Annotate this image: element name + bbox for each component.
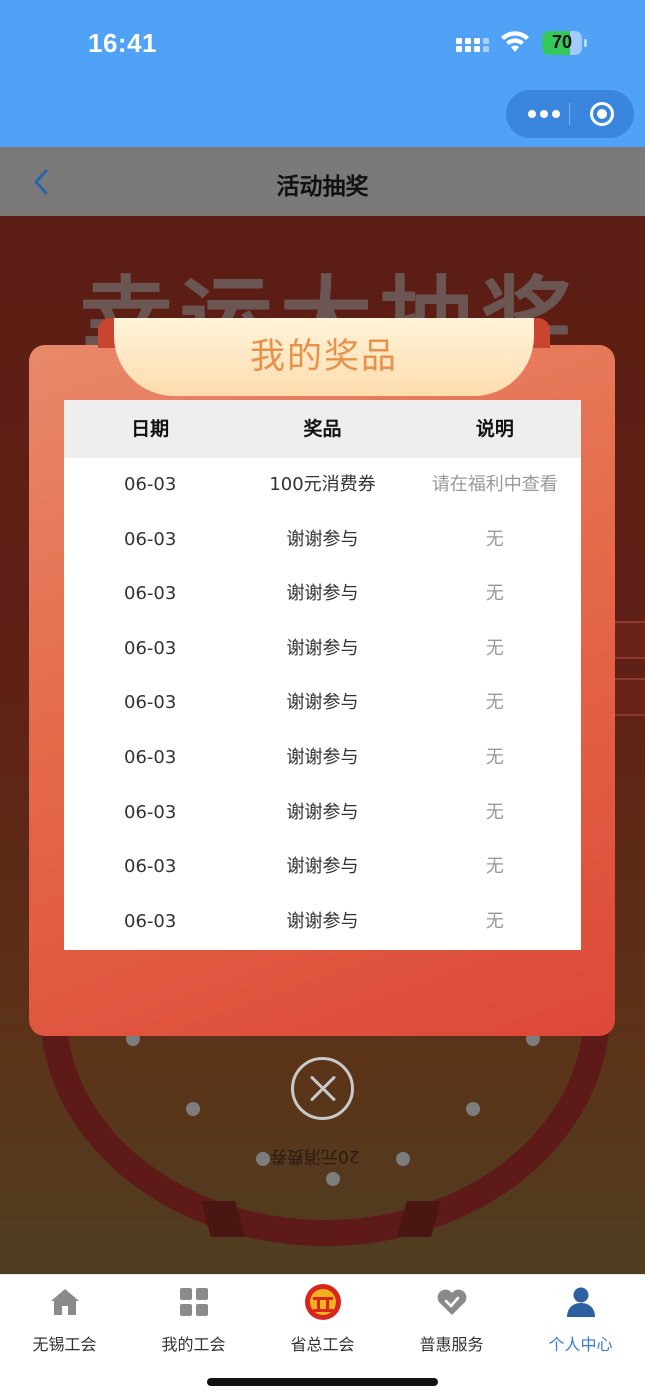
date-cell: 06-03 xyxy=(124,856,177,878)
person-icon xyxy=(567,1287,595,1317)
prize-cell: 谢谢参与 xyxy=(286,692,359,714)
note-cell: 无 xyxy=(485,583,504,605)
tab-label: 省总工会 xyxy=(290,1335,355,1354)
prize-cell: 谢谢参与 xyxy=(286,746,359,768)
table-row: 06-03 100元消费券 请在福利中查看 xyxy=(64,458,581,513)
prize-cell: 谢谢参与 xyxy=(286,583,359,605)
note-cell: 无 xyxy=(485,692,504,714)
date-cell: 06-03 xyxy=(124,801,177,823)
tab-my-union[interactable]: 我的工会 xyxy=(129,1285,258,1355)
note-cell: 无 xyxy=(485,910,504,932)
cellular-signal-icon xyxy=(456,34,490,54)
miniprogram-capsule xyxy=(506,90,634,138)
prize-cell: 谢谢参与 xyxy=(286,856,359,878)
more-icon[interactable] xyxy=(524,103,564,125)
table-row: 06-03 谢谢参与 无 xyxy=(64,895,581,950)
modal-title: 我的奖品 xyxy=(249,337,398,377)
date-cell: 06-03 xyxy=(124,692,177,714)
tab-provincial-union[interactable]: 省总工会 xyxy=(258,1284,387,1355)
note-cell: 无 xyxy=(485,856,504,878)
page-title: 活动抽奖 xyxy=(276,174,369,200)
table-row: 06-03 谢谢参与 无 xyxy=(64,622,581,677)
tab-label: 个人中心 xyxy=(548,1335,613,1354)
grid-icon xyxy=(180,1288,208,1316)
tab-label: 普惠服务 xyxy=(419,1335,484,1354)
close-miniprogram-icon[interactable] xyxy=(590,102,614,126)
note-cell: 请在福利中查看 xyxy=(431,474,558,495)
note-cell: 无 xyxy=(485,637,504,659)
status-time: 16:41 xyxy=(88,28,157,58)
wheel-prize-label: 20元消费券 xyxy=(270,1146,360,1166)
tab-personal-center[interactable]: 个人中心 xyxy=(516,1285,645,1355)
table-row: 06-03 谢谢参与 无 xyxy=(64,840,581,895)
table-row: 06-03 谢谢参与 无 xyxy=(64,567,581,622)
tab-label: 无锡工会 xyxy=(32,1335,97,1354)
battery-level: 70 xyxy=(551,32,573,52)
note-cell: 无 xyxy=(485,528,504,550)
prize-cell: 100元消费券 xyxy=(269,474,376,495)
date-cell: 06-03 xyxy=(124,528,177,550)
prize-table: 日期 奖品 说明 06-03 100元消费券 请在福利中查看 06-03 谢谢参… xyxy=(64,400,581,950)
wifi-icon xyxy=(501,31,529,52)
status-bar: 16:41 70 xyxy=(0,0,645,147)
table-header: 日期 奖品 说明 xyxy=(64,400,581,458)
close-modal-button[interactable] xyxy=(291,1057,354,1120)
prize-cell: 谢谢参与 xyxy=(286,801,359,823)
home-icon xyxy=(51,1289,79,1315)
union-emblem-icon xyxy=(305,1284,341,1320)
table-row: 06-03 谢谢参与 无 xyxy=(64,513,581,568)
table-row: 06-03 谢谢参与 无 xyxy=(64,786,581,841)
column-header-note: 说明 xyxy=(475,418,514,440)
home-indicator xyxy=(207,1378,438,1386)
table-row: 06-03 谢谢参与 无 xyxy=(64,676,581,731)
table-row: 06-03 谢谢参与 无 xyxy=(64,731,581,786)
date-cell: 06-03 xyxy=(124,637,177,659)
prize-cell: 谢谢参与 xyxy=(286,528,359,550)
tab-wuxi-union[interactable]: 无锡工会 xyxy=(0,1285,129,1355)
tab-label: 我的工会 xyxy=(161,1335,226,1354)
prize-cell: 谢谢参与 xyxy=(286,910,359,932)
column-header-prize: 奖品 xyxy=(303,418,342,440)
prize-cell: 谢谢参与 xyxy=(286,637,359,659)
note-cell: 无 xyxy=(485,746,504,768)
modal-ribbon: 我的奖品 xyxy=(98,318,550,398)
heart-icon xyxy=(437,1289,467,1315)
nav-bar: 活动抽奖 xyxy=(0,147,645,216)
note-cell: 无 xyxy=(485,801,504,823)
tab-welfare-service[interactable]: 普惠服务 xyxy=(387,1285,516,1355)
battery-icon: 70 xyxy=(542,31,588,55)
date-cell: 06-03 xyxy=(124,746,177,768)
date-cell: 06-03 xyxy=(124,474,177,495)
column-header-date: 日期 xyxy=(131,418,170,440)
date-cell: 06-03 xyxy=(124,910,177,932)
date-cell: 06-03 xyxy=(124,583,177,605)
